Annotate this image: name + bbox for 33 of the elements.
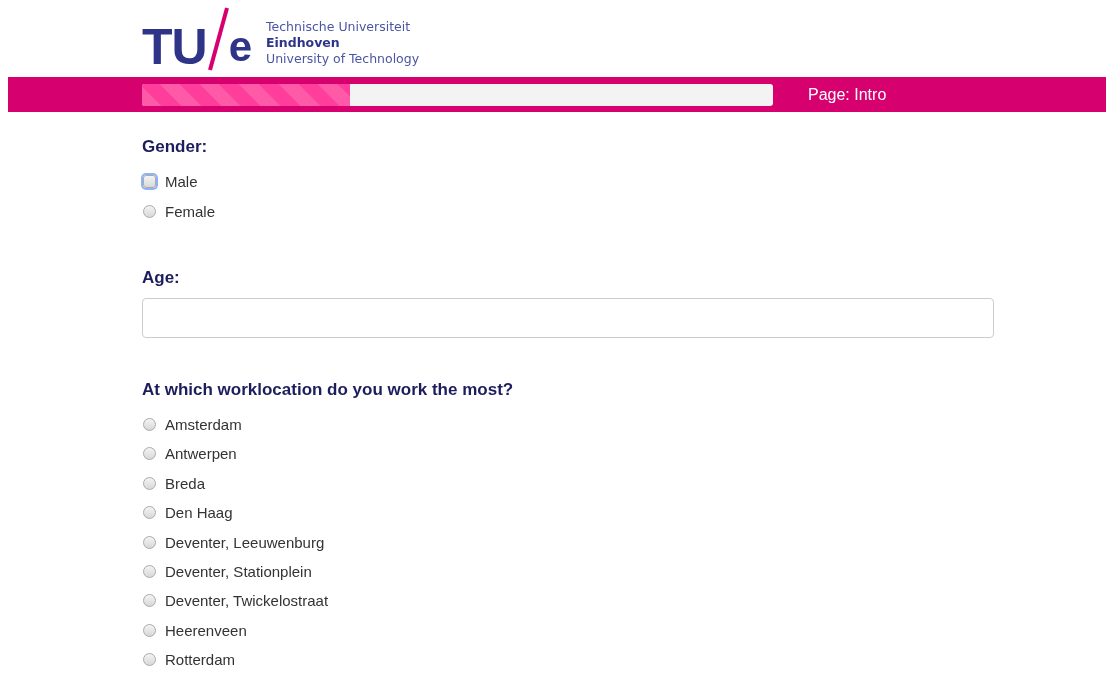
page-label: Page: Intro <box>808 85 887 104</box>
radio-button[interactable] <box>143 447 156 461</box>
radio-button[interactable] <box>143 506 156 520</box>
radio-button[interactable] <box>143 653 156 667</box>
radio-button[interactable] <box>143 564 156 578</box>
radio-button[interactable] <box>143 175 156 189</box>
option-label[interactable]: Rotterdam <box>165 651 236 669</box>
option-label[interactable]: Amsterdam <box>165 415 242 433</box>
option-label[interactable]: Male <box>165 173 198 191</box>
option-label[interactable]: Heerenveen <box>165 621 247 639</box>
radio-button[interactable] <box>143 476 156 490</box>
option-label[interactable]: Deventer, Leeuwenburg <box>165 533 325 551</box>
radio-button[interactable] <box>143 417 156 431</box>
logo-letter: e <box>228 25 252 68</box>
question-title: Age: <box>142 267 181 288</box>
logo-text: Eindhoven <box>266 34 341 51</box>
radio-button[interactable] <box>143 594 156 608</box>
question-title: Gender: <box>142 137 209 157</box>
option-label[interactable]: Deventer, Stationplein <box>165 562 312 580</box>
logo-text: Technische Universiteit <box>266 18 412 35</box>
logo-text: University of Technology <box>266 50 420 67</box>
radio-button[interactable] <box>143 535 156 549</box>
option-label[interactable]: Deventer, Twickelostraat <box>165 592 329 610</box>
option-label[interactable]: Female <box>165 202 216 220</box>
option-label[interactable]: Breda <box>165 474 206 492</box>
option-label[interactable]: Antwerpen <box>165 445 237 463</box>
radio-button[interactable] <box>143 204 156 218</box>
logo-letters: TU <box>142 21 207 72</box>
option-label[interactable]: Den Haag <box>165 504 233 522</box>
question-title: At which worklocation do you work the most? <box>142 379 515 400</box>
input-field[interactable] <box>142 297 994 338</box>
radio-button[interactable] <box>143 623 156 637</box>
slash-icon <box>206 5 229 72</box>
